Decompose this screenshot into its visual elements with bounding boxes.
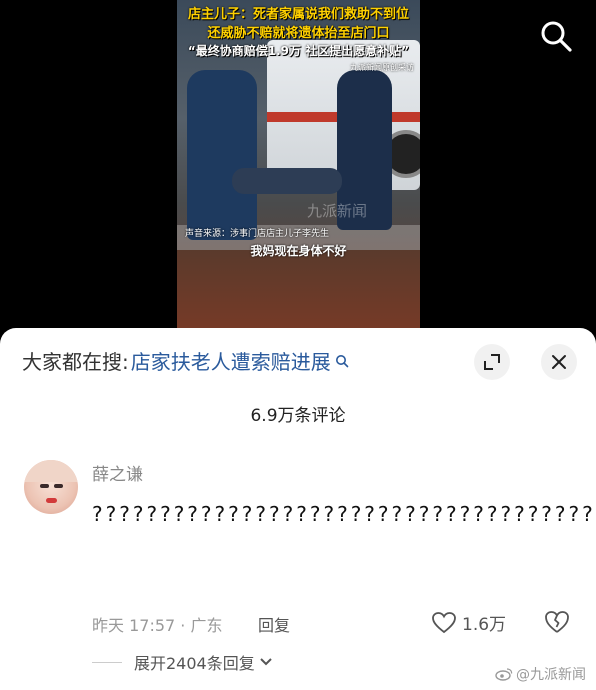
screen: 店主儿子：死者家属说我们救助不到位 还威胁不赔就将遗体抬至店门口 “最终协商赔偿… [0, 0, 596, 690]
expand-button[interactable] [474, 344, 510, 380]
video-player[interactable]: 店主儿子：死者家属说我们救助不到位 还威胁不赔就将遗体抬至店门口 “最终协商赔偿… [177, 0, 420, 340]
avatar[interactable] [24, 460, 78, 514]
like-count: 1.6万 [462, 615, 507, 635]
comment-meta: 昨天 17:57 · 广东 回复 1.6万 [92, 610, 576, 638]
floor [177, 250, 420, 340]
video-headline-line3: “最终协商赔偿1.9万 社区提出愿意补贴” [187, 44, 410, 58]
person-lying [232, 168, 342, 194]
search-button[interactable] [536, 16, 576, 56]
comment-count: 6.9万条评论 [250, 406, 346, 426]
expand-replies-button[interactable]: 展开2404条回复 [134, 650, 255, 674]
trending-search[interactable]: 大家都在搜: 店家扶老人遭索赔进展 [22, 346, 349, 375]
dislike-button[interactable] [544, 610, 570, 638]
divider-line [92, 661, 122, 663]
video-source-line: 声音来源：涉事门店店主儿子李先生 [185, 229, 330, 239]
weibo-watermark-text: @九派新闻 [516, 667, 586, 683]
search-small-icon [335, 354, 349, 367]
video-headline-line2: 还威胁不赔就将遗体抬至店门口 [207, 26, 390, 41]
like-button[interactable]: 1.6万 [432, 610, 506, 635]
reply-button[interactable]: 回复 [258, 612, 290, 636]
comment-time-location: 昨天 17:57 · 广东 [92, 616, 223, 635]
comment-username[interactable]: 薛之谦 [92, 460, 143, 485]
comment-panel: 大家都在搜: 店家扶老人遭索赔进展 6.9万条评论 薛之谦 ??????????… [0, 328, 596, 690]
expand-arrow-icon [484, 354, 500, 370]
heart-icon [432, 611, 456, 633]
trending-search-prefix: 大家都在搜: [22, 350, 129, 374]
video-headline-line1: 店主儿子：死者家属说我们救助不到位 [187, 7, 409, 22]
chevron-down-icon [260, 658, 272, 666]
expand-replies: 展开2404条回复 [92, 650, 273, 674]
person-standing-left [187, 70, 257, 240]
comment-text: ????????????????????????????????????????… [92, 502, 596, 526]
close-button[interactable] [541, 344, 577, 380]
close-icon [552, 355, 566, 369]
search-icon [541, 21, 572, 52]
broken-heart-icon [545, 611, 569, 633]
video-subtitle: 我妈现在身体不好 [250, 244, 347, 258]
weibo-logo-icon [495, 668, 513, 681]
video-watermark-center: 九派新闻 [307, 202, 368, 220]
video-watermark-top: 九派新闻原创采访 [350, 63, 414, 72]
weibo-watermark: @九派新闻 [495, 664, 586, 684]
trending-search-query[interactable]: 店家扶老人遭索赔进展 [131, 346, 331, 375]
